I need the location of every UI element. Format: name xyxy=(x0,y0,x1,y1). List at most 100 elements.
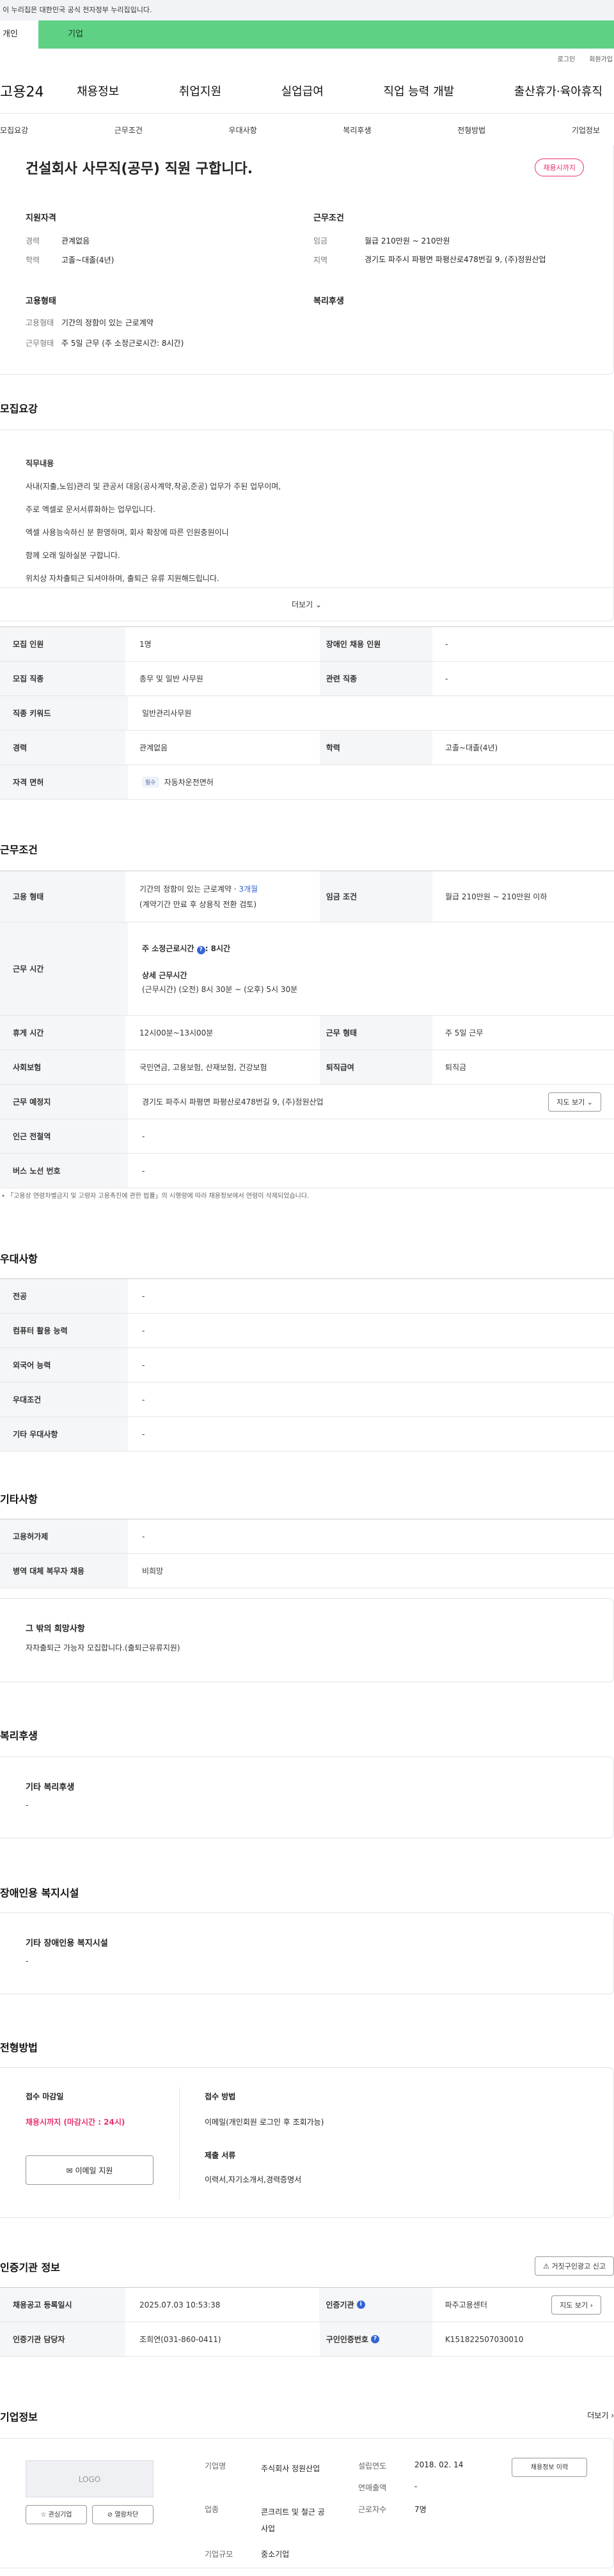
table-row: 휴게 시간 12시00분~13시00분 근무 형태 주 5일 근무 xyxy=(0,1016,614,1050)
age-notice: • 「고용상 연령차별금지 및 고령자 고용촉진에 관한 법률」의 시행령에 따… xyxy=(1,1193,310,1200)
member-type-bar: 개인 기업 xyxy=(0,20,614,49)
map-view-button[interactable]: 지도 보기 ⌄ xyxy=(548,1092,601,1112)
company-size-value: 중소기업 xyxy=(261,2550,290,2559)
tab-conditions[interactable]: 근무조건 xyxy=(114,125,143,136)
report-fake-ad-button[interactable]: ⚠ 거짓구인광고 신고 xyxy=(535,2256,614,2276)
docs-value: 이력서,자기소개서,경력증명서 xyxy=(205,2175,302,2184)
chevron-down-icon: ⌄ xyxy=(315,600,322,609)
gov-banner: 이 누리집은 대한민국 공식 전자정부 누리집입니다. xyxy=(0,0,614,20)
tab-personal[interactable]: 개인 xyxy=(0,20,38,49)
job-desc-title: 직무내용 xyxy=(26,459,54,468)
tab-company[interactable]: 기업정보 xyxy=(572,125,600,136)
table-row: 버스 노선 번호 - xyxy=(0,1154,614,1188)
disability-box: 기타 장애인용 복지시설 - xyxy=(0,1913,614,1994)
industry-label: 업종 xyxy=(205,2505,219,2514)
company-more-link[interactable]: 더보기 › xyxy=(587,2410,614,2421)
method-value: 이메일(개인회원 로그인 후 조회가능) xyxy=(205,2118,324,2127)
table-row: 외국어 능력 - xyxy=(0,1348,614,1383)
signup-link[interactable]: 회원가입 xyxy=(589,54,613,63)
block-icon: ⊘ xyxy=(107,2511,113,2518)
table-row: 고용허가제 - xyxy=(0,1519,614,1554)
tab-selection[interactable]: 전형방법 xyxy=(457,125,485,136)
company-section-title: 기업정보 xyxy=(0,2411,38,2423)
mail-icon: ✉ xyxy=(66,2166,73,2175)
table-row: 인증기관 담당자 조희연(031-860-0411) 구인인증번호 ? K1518… xyxy=(0,2322,614,2357)
cond-region: 지역 경기도 파주시 파평면 파평산로478번길 9, (주)정원산업 xyxy=(313,255,546,265)
menu-item-skill-development[interactable]: 직업 능력 개발 xyxy=(383,82,454,99)
company-logo: LOGO xyxy=(26,2460,154,2497)
chevron-down-icon: ⌄ xyxy=(586,1098,593,1106)
revenue-label: 연매출액 xyxy=(358,2483,387,2492)
more-button[interactable]: 더보기 ⌄ xyxy=(0,587,613,621)
login-link[interactable]: 로그인 xyxy=(558,54,576,63)
tab-welfare[interactable]: 복리후생 xyxy=(343,125,371,136)
info-icon[interactable]: ? xyxy=(370,2335,379,2343)
revenue-value: - xyxy=(414,2482,418,2491)
tab-recruit[interactable]: 모집요강 xyxy=(0,125,28,136)
table-row: 병역 대체 복무자 채용 비희망 xyxy=(0,1554,614,1588)
employees-label: 근로자수 xyxy=(358,2505,387,2514)
table-row: 전공 - xyxy=(0,1279,614,1314)
menu-item-employment-support[interactable]: 취업지원 xyxy=(179,82,221,99)
disability-section-title: 장애인용 복지시설 xyxy=(0,1887,79,1899)
agency-map-button[interactable]: 지도 보기 › xyxy=(551,2295,602,2315)
cert-table: 채용공고 등록일시 2025.07.03 10:53:38 인증기관 i 파주고용… xyxy=(0,2287,614,2357)
table-row: 자격 면허 필수 자동차운전면허 xyxy=(0,765,614,800)
global-nav: 고용24 채용정보 취업지원 실업급여 직업 능력 개발 출산휴가·육아휴직 xyxy=(0,68,614,114)
cond-wage: 임금 월급 210만원 ~ 210만원 xyxy=(313,237,450,245)
main-menu: 채용정보 취업지원 실업급여 직업 능력 개발 출산휴가·육아휴직 xyxy=(77,82,614,99)
welfare-heading: 복리후생 xyxy=(313,297,344,306)
table-row: 기타 우대사항 - xyxy=(0,1417,614,1452)
pref-table: 전공 - 컴퓨터 활용 능력 - 외국어 능력 - 우대조건 - 기타 우대사항 - xyxy=(0,1278,614,1452)
table-row: 컴퓨터 활용 능력 - xyxy=(0,1314,614,1348)
divider xyxy=(179,2087,180,2200)
favorite-company-button[interactable]: ☆ 관심기업 xyxy=(26,2505,87,2524)
disability-box-text: - xyxy=(26,1957,29,1966)
info-icon[interactable]: ? xyxy=(196,945,205,954)
tab-preferences[interactable]: 우대사항 xyxy=(229,125,257,136)
welfare-box: 기타 복리후생 - xyxy=(0,1757,614,1838)
table-row: 모집 직종 총무 및 일반 사무원 관련 직종 - xyxy=(0,662,614,696)
founded-value: 2018. 02. 14 xyxy=(414,2460,464,2469)
menu-item-unemployment-benefit[interactable]: 실업급여 xyxy=(281,82,324,99)
employees-value: 7명 xyxy=(414,2505,427,2514)
table-row: 근무 예정지 경기도 파주시 파평면 파평산로478번길 9, (주)정원산업 … xyxy=(0,1085,614,1119)
etc-section-title: 기타사항 xyxy=(0,1493,38,1505)
welfare-section-title: 복리후생 xyxy=(0,1730,38,1742)
wish-box: 그 밖의 희망사항 자차출퇴근 가능자 모집합니다.(출퇴근유류지원) xyxy=(0,1598,614,1682)
email-apply-button[interactable]: ✉ 이메일 지원 xyxy=(26,2155,154,2185)
pref-section-title: 우대사항 xyxy=(0,1253,38,1265)
company-card: LOGO ☆ 관심기업 ⊘ 열람차단 기업명 주식회사 정원산업 업종 콘크리트… xyxy=(0,2438,614,2568)
welfare-box-title: 기타 복리후생 xyxy=(26,1783,75,1792)
qualification-heading: 지원자격 xyxy=(26,213,56,223)
disability-box-title: 기타 장애인용 복지시설 xyxy=(26,1939,108,1948)
table-row: 고용 형태 기간의 정함이 있는 근로계약 · 3개월 (계약기간 만료 후 상… xyxy=(0,871,614,922)
table-row: 근무 시간 주 소정근로시간 ?: 8시간 상세 근무시간 (근무시간) (오전… xyxy=(0,922,614,1016)
info-icon[interactable]: i xyxy=(356,2301,365,2309)
work-section-title: 근무조건 xyxy=(0,844,38,856)
menu-item-jobs[interactable]: 채용정보 xyxy=(77,82,119,99)
job-desc-line: 함께 오래 일하실분 구합니다. xyxy=(26,551,120,560)
company-size-label: 기업규모 xyxy=(205,2550,233,2559)
tab-corporate[interactable]: 기업 xyxy=(38,20,614,49)
job-desc-line: 위치상 자차출퇴근 되셔야하며, 출퇴근 유류 지원해드립니다. xyxy=(26,574,219,583)
deadline-value: 채용시까지 (마감시간 : 24시) xyxy=(26,2118,125,2127)
site-logo[interactable]: 고용24 xyxy=(0,81,77,101)
founded-label: 설립연도 xyxy=(358,2462,387,2471)
hiring-history-button[interactable]: 채용정보 이력 xyxy=(512,2458,587,2477)
company-name-value: 주식회사 정원산업 xyxy=(261,2464,320,2473)
conditions-heading: 근무조건 xyxy=(313,213,344,223)
table-row: 인근 전철역 - xyxy=(0,1119,614,1154)
emp-type: 고용형태 기간의 정함이 있는 근로계약 xyxy=(26,318,154,327)
table-row: 사회보험 국민연금, 고용보험, 산재보험, 건강보험 퇴직급여 퇴직금 xyxy=(0,1050,614,1085)
company-name-label: 기업명 xyxy=(205,2462,226,2471)
work-table: 고용 형태 기간의 정함이 있는 근로계약 · 3개월 (계약기간 만료 후 상… xyxy=(0,871,614,1188)
wish-text: 자차출퇴근 가능자 모집합니다.(출퇴근유류지원) xyxy=(26,1643,180,1652)
method-label: 접수 방법 xyxy=(205,2092,236,2101)
menu-item-parental-leave[interactable]: 출산휴가·육아휴직 xyxy=(514,82,602,99)
cert-section-title: 인증기관 정보 xyxy=(0,2262,60,2274)
block-view-button[interactable]: ⊘ 열람차단 xyxy=(92,2505,154,2524)
etc-table: 고용허가제 - 병역 대체 복무자 채용 비희망 xyxy=(0,1519,614,1588)
deadline-badge: 채용시까지 xyxy=(535,159,584,176)
job-desc-line: 주로 엑셀로 문서서류화하는 업무입니다. xyxy=(26,505,155,514)
